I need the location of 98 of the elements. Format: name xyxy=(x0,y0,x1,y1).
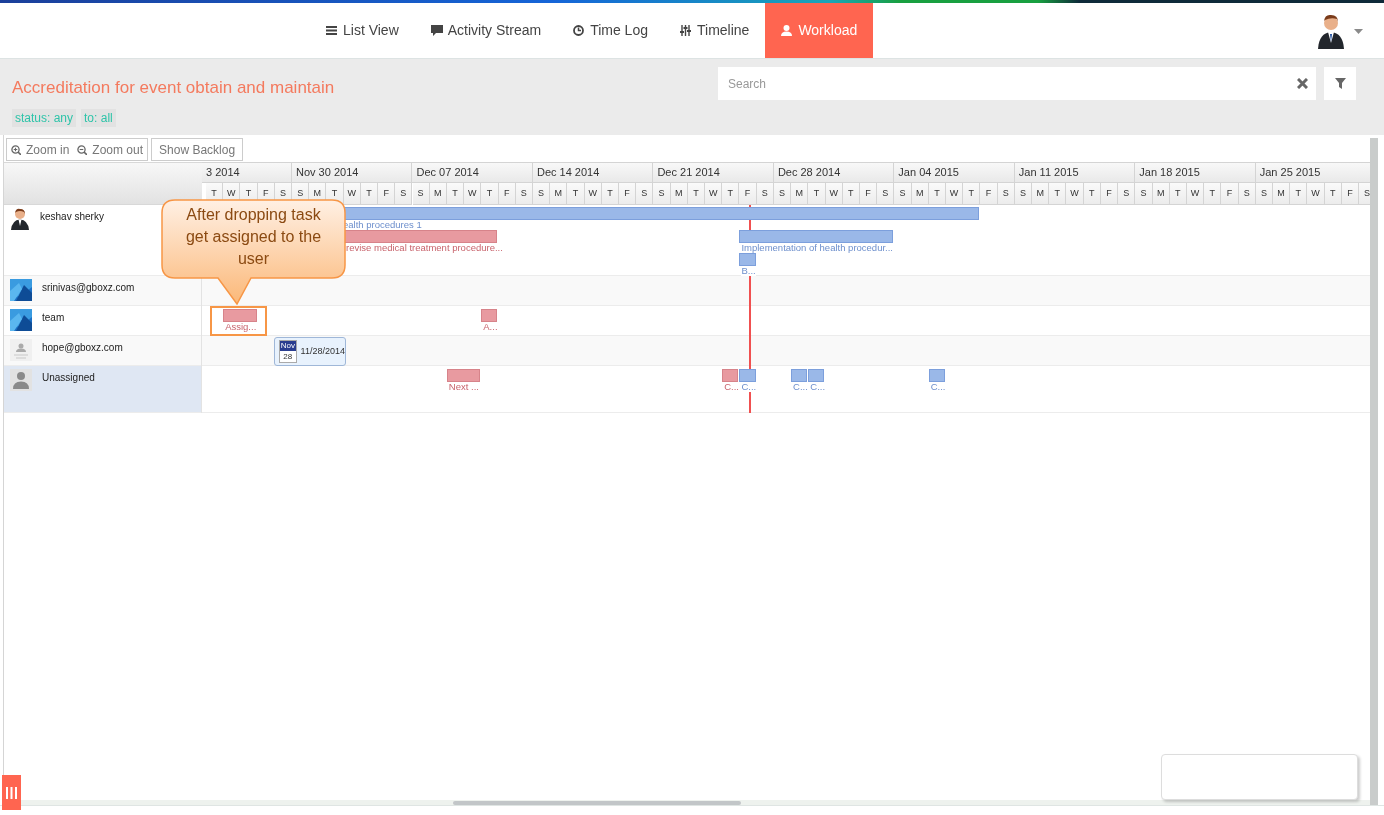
day-header: M xyxy=(1273,183,1291,205)
task-label: A... xyxy=(483,322,498,332)
task-label: C... xyxy=(930,382,946,392)
task-label: revise medical treatment procedure... xyxy=(346,243,503,253)
task-bar[interactable] xyxy=(928,369,945,382)
user-silhouette-icon xyxy=(10,369,32,391)
tooltip-date: 11/28/2014 xyxy=(300,344,345,358)
task-bar[interactable] xyxy=(722,369,739,382)
day-header: S xyxy=(412,183,430,205)
day-header: T xyxy=(808,183,826,205)
day-header: T xyxy=(722,183,740,205)
resource-name: team xyxy=(42,311,65,325)
scrollbar-thumb[interactable] xyxy=(453,801,741,805)
day-header: S xyxy=(894,183,912,205)
nav-tab[interactable]: List View xyxy=(310,3,415,58)
zoom-button[interactable]: Zoom in xyxy=(11,140,70,159)
task-bar[interactable] xyxy=(446,369,481,382)
calendar-day: 28 xyxy=(280,351,296,362)
week-header: Dec 21 2014 xyxy=(653,162,774,182)
week-header: Jan 25 2015 xyxy=(1255,162,1370,182)
day-header: W xyxy=(705,183,723,205)
day-header: S xyxy=(395,183,413,205)
day-header: M xyxy=(550,183,568,205)
week-header: Nov 30 2014 xyxy=(292,162,413,182)
filter-icon xyxy=(1334,78,1346,89)
day-header: S xyxy=(1118,183,1136,205)
day-header: T xyxy=(1049,183,1067,205)
project-title: Accreditation for event obtain and maintain xyxy=(12,77,335,99)
zoom-button[interactable]: Zoom out xyxy=(77,140,144,159)
task-label: Implementation of health procedur... xyxy=(741,243,893,253)
caret-icon[interactable] xyxy=(1354,28,1363,34)
task-label: C... xyxy=(724,382,739,392)
day-header: S xyxy=(636,183,654,205)
resource-name: Unassigned xyxy=(42,371,95,385)
nav-tab[interactable]: Activity Stream xyxy=(414,3,558,58)
zoom-out-icon xyxy=(77,144,88,155)
day-header: F xyxy=(619,183,637,205)
week-header: Dec 28 2014 xyxy=(773,162,895,182)
day-header: W xyxy=(1307,183,1325,205)
bars-icon xyxy=(6,786,17,799)
day-header: W xyxy=(946,183,964,205)
day-header: F xyxy=(378,183,396,205)
task-bar[interactable] xyxy=(791,369,808,382)
task-label: Assig... xyxy=(225,322,257,332)
search-field[interactable]: Search xyxy=(718,67,1316,100)
day-header: M xyxy=(791,183,809,205)
day-header: W xyxy=(464,183,482,205)
day-header: W xyxy=(1066,183,1084,205)
task-label: C... xyxy=(793,382,808,392)
day-header: F xyxy=(739,183,757,205)
week-header: Jan 04 2015 xyxy=(894,162,1015,182)
task-label: C... xyxy=(810,382,826,392)
resource-row[interactable]: hope@gboxz.com xyxy=(4,336,201,366)
day-header: M xyxy=(1032,183,1050,205)
task-bar[interactable] xyxy=(808,369,825,382)
nav-tab[interactable]: Time Log xyxy=(557,3,664,58)
day-header: S xyxy=(1135,183,1153,205)
calendar-month: Nov xyxy=(280,341,296,351)
day-header: T xyxy=(963,183,981,205)
zoom-in-icon xyxy=(11,144,21,155)
pending-user-icon xyxy=(10,339,32,361)
resource-row[interactable]: Unassigned xyxy=(4,366,201,413)
day-header: S xyxy=(877,183,895,205)
week-header: 3 2014 xyxy=(202,162,292,182)
resource-name: hope@gboxz.com xyxy=(42,341,123,355)
task-bar[interactable] xyxy=(481,309,498,322)
task-label: Next ... xyxy=(448,382,479,392)
resource-row[interactable]: team xyxy=(4,306,201,336)
sliders-icon xyxy=(680,25,692,36)
close-icon[interactable] xyxy=(1297,78,1308,89)
user-avatar-icon[interactable] xyxy=(1316,13,1346,49)
show-backlog-button[interactable]: Show Backlog xyxy=(151,138,244,161)
nav-tab[interactable]: Timeline xyxy=(664,3,766,58)
day-header: T xyxy=(1290,183,1308,205)
day-header: T xyxy=(481,183,499,205)
task-label: C... xyxy=(741,382,757,392)
person-avatar-icon xyxy=(10,208,30,230)
week-header: Dec 14 2014 xyxy=(532,162,654,182)
day-header: T xyxy=(567,183,585,205)
day-header: F xyxy=(980,183,998,205)
clock-icon xyxy=(573,25,586,36)
panel-handle[interactable] xyxy=(2,775,21,810)
resource-name: keshav sherky xyxy=(40,210,104,224)
day-header: T xyxy=(1204,183,1222,205)
filter-button[interactable] xyxy=(1324,67,1356,100)
resource-row[interactable]: srinivas@gboxz.com xyxy=(4,276,201,306)
day-header: F xyxy=(1221,183,1239,205)
menu-icon xyxy=(326,25,338,36)
scrollbar[interactable] xyxy=(1370,138,1378,805)
user-icon xyxy=(781,25,794,36)
callout-tooltip: After dropping task get assigned to the user xyxy=(161,199,346,305)
day-header: S xyxy=(653,183,671,205)
comment-icon xyxy=(430,25,443,36)
resource-name: srinivas@gboxz.com xyxy=(42,281,135,295)
task-label: B... xyxy=(741,266,756,276)
week-header: Dec 07 2014 xyxy=(412,162,533,182)
week-header: Jan 11 2015 xyxy=(1014,162,1136,182)
week-header: Jan 18 2015 xyxy=(1135,162,1256,182)
